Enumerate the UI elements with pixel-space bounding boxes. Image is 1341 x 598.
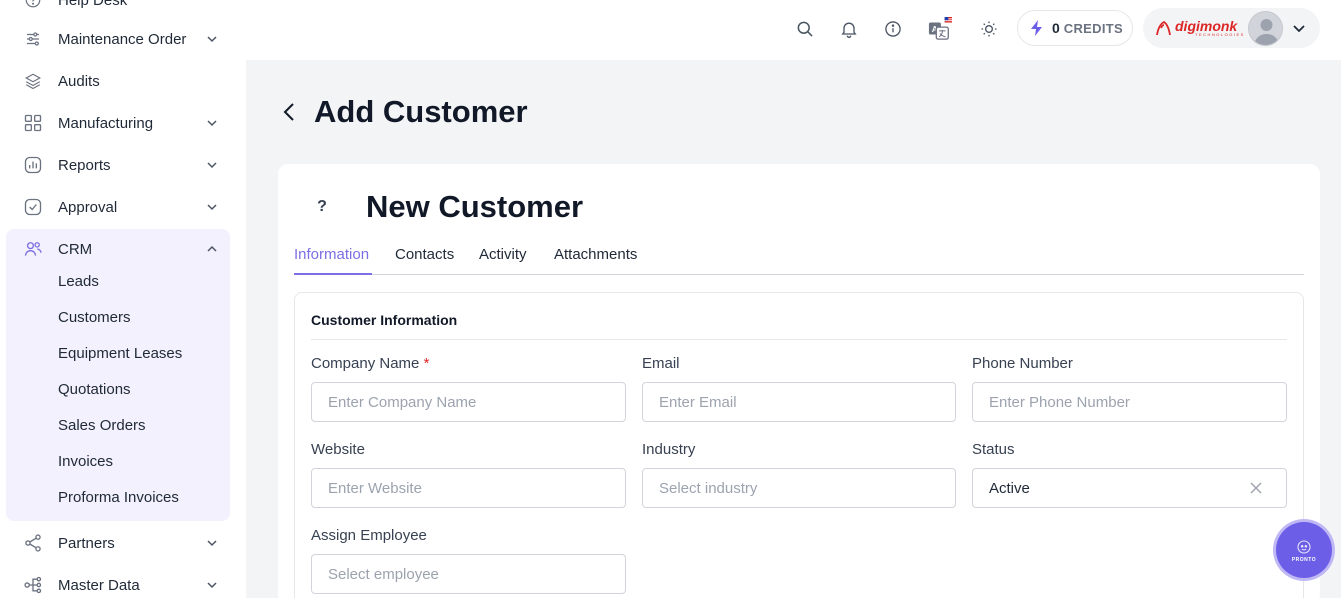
website-label: Website: [311, 441, 365, 458]
chevron-down-icon[interactable]: [1291, 20, 1307, 36]
avatar[interactable]: [1248, 11, 1283, 46]
digimonk-logo-icon: [1155, 19, 1173, 37]
company-name-label-text: Company Name: [311, 355, 420, 372]
hierarchy-icon: [22, 574, 44, 596]
brand-name: digimonk: [1175, 18, 1238, 34]
tab-attachments[interactable]: Attachments: [554, 246, 637, 263]
brand-logo: digimonk TECHNOLOGIES: [1175, 19, 1245, 37]
section-title: Customer Information: [311, 312, 458, 328]
sidebar-item-reports[interactable]: Reports: [22, 148, 224, 182]
brand-sub: TECHNOLOGIES: [1195, 32, 1245, 37]
chevron-down-icon: [204, 199, 220, 215]
layers-icon: [22, 70, 44, 92]
section-divider: [311, 339, 1287, 340]
sidebar-subitem-sales-orders[interactable]: Sales Orders: [58, 414, 146, 438]
tabs: Information Contacts Activity Attachment…: [294, 238, 1304, 275]
sidebar-item-crm[interactable]: CRM: [22, 232, 224, 266]
users-icon: [22, 238, 44, 260]
phone-input[interactable]: [972, 382, 1287, 422]
page-title: Add Customer: [314, 94, 528, 129]
chevron-down-icon: [204, 157, 220, 173]
email-label: Email: [642, 355, 680, 372]
sidebar-item-label: Maintenance Order: [58, 30, 187, 48]
grid-icon: [22, 112, 44, 134]
tab-contacts[interactable]: Contacts: [395, 246, 454, 263]
industry-select[interactable]: Select industry: [642, 468, 956, 508]
sidebar-subitem-quotations[interactable]: Quotations: [58, 378, 131, 402]
company-name-input[interactable]: [311, 382, 626, 422]
sidebar-subitem-equipment-leases[interactable]: Equipment Leases: [58, 342, 182, 366]
assign-employee-placeholder: Select employee: [328, 565, 439, 583]
sidebar-item-label: Manufacturing: [58, 114, 154, 132]
website-input[interactable]: [311, 468, 626, 508]
share-icon: [22, 532, 44, 554]
sidebar: Help Desk Maintenance Order Audits Manuf…: [0, 0, 246, 598]
sliders-icon: [22, 28, 44, 50]
phone-label: Phone Number: [972, 355, 1073, 372]
crm-group: [6, 229, 230, 521]
status-select[interactable]: Active: [972, 468, 1287, 508]
pronto-assistant-button[interactable]: PRONTO: [1276, 522, 1332, 578]
chevron-down-icon: [204, 577, 220, 593]
company-name-label: Company Name *: [311, 355, 429, 372]
sidebar-item-maintenance-order[interactable]: Maintenance Order: [22, 22, 224, 56]
credits-count: 0: [1052, 20, 1060, 36]
active-tab-indicator: [294, 273, 372, 275]
search-icon[interactable]: [793, 17, 817, 41]
sidebar-item-master-data[interactable]: Master Data: [22, 568, 224, 598]
chevron-down-icon: [204, 535, 220, 551]
sidebar-item-label: Reports: [58, 156, 111, 174]
customer-info-section: [294, 292, 1304, 598]
customer-avatar-placeholder: ?: [317, 198, 327, 215]
sidebar-subitem-proforma-invoices[interactable]: Proforma Invoices: [58, 486, 179, 510]
close-icon[interactable]: [1248, 480, 1264, 496]
credits-button[interactable]: 0 CREDITS: [1017, 10, 1133, 46]
back-arrow-icon[interactable]: [280, 100, 300, 124]
tab-information[interactable]: Information: [294, 246, 369, 263]
chevron-down-icon: [204, 115, 220, 131]
chevron-up-icon: [204, 241, 220, 257]
sidebar-item-label: Partners: [58, 534, 115, 552]
info-icon[interactable]: [881, 17, 905, 41]
bar-chart-icon: [22, 154, 44, 176]
sidebar-item-label: Approval: [58, 198, 118, 216]
chevron-down-icon: [204, 31, 220, 47]
sidebar-item-help-desk[interactable]: Help Desk: [22, 0, 224, 17]
sidebar-item-manufacturing[interactable]: Manufacturing: [22, 106, 224, 140]
help-circle-icon: [22, 0, 44, 11]
status-label: Status: [972, 441, 1015, 458]
sidebar-item-partners[interactable]: Partners: [22, 526, 224, 560]
card-title: New Customer: [366, 189, 584, 224]
assign-employee-select[interactable]: Select employee: [311, 554, 626, 594]
sidebar-item-audits[interactable]: Audits: [22, 64, 224, 98]
status-value: Active: [989, 479, 1030, 497]
sidebar-item-label: Audits: [58, 72, 100, 90]
sidebar-subitem-invoices[interactable]: Invoices: [58, 450, 113, 474]
translate-icon[interactable]: A: [928, 17, 952, 41]
sidebar-item-label: CRM: [58, 240, 93, 258]
sun-icon[interactable]: [977, 17, 1001, 41]
check-square-icon: [22, 196, 44, 218]
sidebar-item-label: Master Data: [58, 576, 140, 594]
email-input[interactable]: [642, 382, 956, 422]
sidebar-item-label: Help Desk: [58, 0, 128, 9]
bell-icon[interactable]: [837, 17, 861, 41]
tab-activity[interactable]: Activity: [479, 246, 527, 263]
credits-label: CREDITS: [1063, 20, 1123, 36]
industry-placeholder: Select industry: [659, 479, 758, 497]
sidebar-item-approval[interactable]: Approval: [22, 190, 224, 224]
fab-label: PRONTO: [1291, 556, 1317, 563]
sidebar-subitem-customers[interactable]: Customers: [58, 306, 131, 330]
assign-employee-label: Assign Employee: [311, 527, 427, 544]
industry-label: Industry: [642, 441, 696, 458]
required-mark: *: [423, 355, 430, 372]
profile-menu[interactable]: digimonk TECHNOLOGIES: [1143, 8, 1320, 48]
assistant-icon: [1295, 538, 1313, 556]
lightning-icon: [1030, 20, 1044, 36]
sidebar-subitem-leads[interactable]: Leads: [58, 270, 99, 294]
